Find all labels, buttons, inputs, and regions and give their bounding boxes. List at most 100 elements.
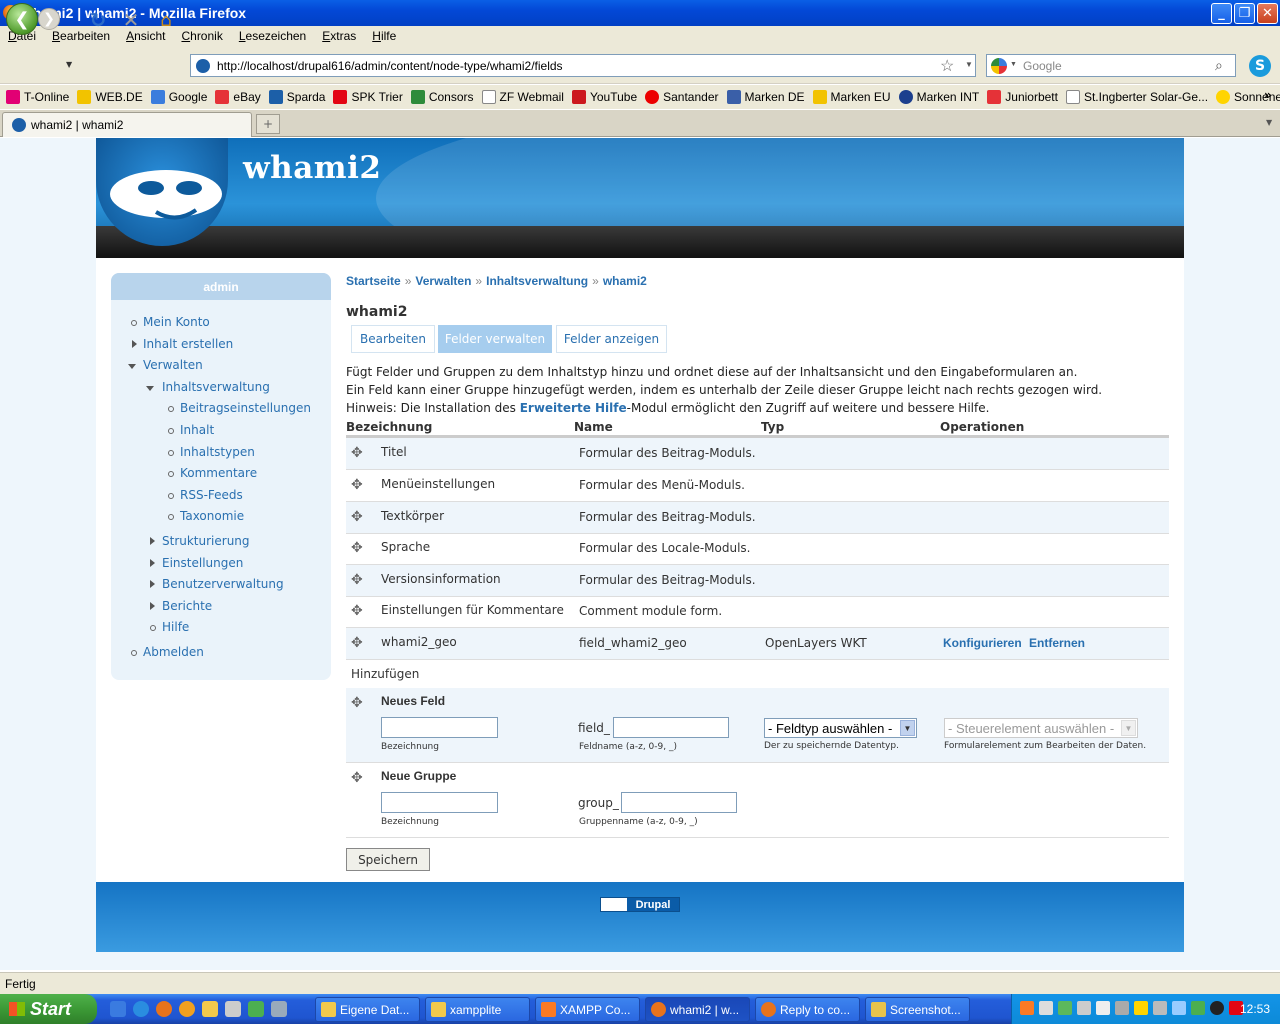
quicklaunch-icon[interactable] xyxy=(110,1001,126,1017)
bookmark-item[interactable]: Marken EU xyxy=(812,90,891,104)
sidebar-item-benutzerverwaltung[interactable]: Benutzerverwaltung xyxy=(162,577,284,591)
bookmarks-overflow-icon[interactable]: » xyxy=(1264,88,1272,102)
sidebar-item-beitragseinstellungen[interactable]: Beitragseinstellungen xyxy=(180,401,311,415)
menu-extras[interactable]: Extras xyxy=(314,29,364,43)
skype-icon[interactable]: S xyxy=(1249,55,1271,77)
bookmark-item[interactable]: eBay xyxy=(215,90,261,104)
url-dropdown-icon[interactable]: ▼ xyxy=(965,60,973,69)
sidebar-item-inhaltstypen[interactable]: Inhaltstypen xyxy=(180,445,255,459)
url-bar[interactable]: http://localhost/drupal616/admin/content… xyxy=(190,54,976,77)
drag-handle-icon[interactable]: ✥ xyxy=(351,573,365,587)
search-engine-dropdown-icon[interactable]: ▼ xyxy=(1010,61,1017,68)
tab-felder-verwalten[interactable]: Felder verwalten xyxy=(438,325,552,353)
bookmark-item[interactable]: Marken DE xyxy=(726,90,805,104)
menu-hilfe[interactable]: Hilfe xyxy=(364,29,404,43)
bookmark-item[interactable]: Santander xyxy=(645,90,719,104)
drag-handle-icon[interactable]: ✥ xyxy=(351,771,365,785)
tray-icon[interactable] xyxy=(1039,1001,1053,1015)
sidebar-item-hilfe[interactable]: Hilfe xyxy=(162,620,189,634)
menu-chronik[interactable]: Chronik xyxy=(173,29,230,43)
tray-icon[interactable] xyxy=(1153,1001,1167,1015)
browser-tab[interactable]: whami2 | whami2 xyxy=(2,112,252,137)
sidebar-item-inhalt-erstellen[interactable]: Inhalt erstellen xyxy=(143,337,233,351)
tray-icon[interactable] xyxy=(1172,1001,1186,1015)
tray-icon[interactable] xyxy=(1077,1001,1091,1015)
sidebar-item-mein-konto[interactable]: Mein Konto xyxy=(143,315,210,329)
drag-handle-icon[interactable]: ✥ xyxy=(351,541,365,555)
advanced-help-link[interactable]: Erweiterte Hilfe xyxy=(520,401,627,415)
column-header-typ[interactable]: Typ xyxy=(761,420,784,434)
configure-link[interactable]: Konfigurieren xyxy=(943,636,1022,650)
tray-icon[interactable] xyxy=(1020,1001,1034,1015)
close-button[interactable]: ✕ xyxy=(1257,3,1278,24)
menu-lesezeichen[interactable]: Lesezeichen xyxy=(231,29,314,43)
tab-bearbeiten[interactable]: Bearbeiten xyxy=(351,325,435,353)
tray-icon[interactable] xyxy=(1191,1001,1205,1015)
bookmark-item[interactable]: Sparda xyxy=(268,90,325,104)
breadcrumb-inhaltsverwaltung[interactable]: Inhaltsverwaltung xyxy=(486,274,588,288)
back-button[interactable]: ❮ xyxy=(6,3,38,35)
drag-handle-icon[interactable]: ✥ xyxy=(351,696,365,710)
history-dropdown-icon[interactable]: ▼ xyxy=(66,60,74,69)
tab-list-icon[interactable]: ▼ xyxy=(1266,118,1272,127)
save-button[interactable]: Speichern xyxy=(346,848,430,871)
widget-select[interactable]: - Steuerelement auswählen - ▼ xyxy=(944,718,1138,738)
new-group-name-input[interactable] xyxy=(621,792,737,813)
media-icon[interactable] xyxy=(179,1001,195,1017)
sidebar-item-verwalten[interactable]: Verwalten xyxy=(143,358,203,372)
drag-handle-icon[interactable]: ✥ xyxy=(351,604,365,618)
search-icon[interactable]: ⌕ xyxy=(1215,57,1223,74)
site-name[interactable]: whami2 xyxy=(243,150,381,186)
tray-icon[interactable] xyxy=(1115,1001,1129,1015)
new-field-label-input[interactable] xyxy=(381,717,498,738)
drag-handle-icon[interactable]: ✥ xyxy=(351,478,365,492)
bookmark-item[interactable]: T-Online xyxy=(6,90,69,104)
bookmark-item[interactable]: Google xyxy=(150,90,207,104)
search-input[interactable]: ▼ Google ⌕ xyxy=(986,54,1236,77)
taskbar-item[interactable]: Reply to co... xyxy=(755,997,860,1022)
bookmark-item[interactable]: Juniorbett xyxy=(987,90,1058,104)
bookmark-item[interactable]: SPK Trier xyxy=(333,90,403,104)
new-tab-button[interactable]: + xyxy=(256,114,280,134)
sidebar-item-strukturierung[interactable]: Strukturierung xyxy=(162,534,250,548)
reload-icon[interactable]: ↻ xyxy=(89,8,107,32)
ie-icon[interactable] xyxy=(133,1001,149,1017)
calculator-icon[interactable] xyxy=(225,1001,241,1017)
tray-icon[interactable] xyxy=(1096,1001,1110,1015)
tray-icon[interactable] xyxy=(1134,1001,1148,1015)
new-group-label-input[interactable] xyxy=(381,792,498,813)
quicklaunch-icon[interactable] xyxy=(271,1001,287,1017)
sidebar-item-inhalt[interactable]: Inhalt xyxy=(180,423,214,437)
taskbar-item[interactable]: XAMPP Co... xyxy=(535,997,640,1022)
bookmark-item[interactable]: YouTube xyxy=(571,90,637,104)
breadcrumb-whami2[interactable]: whami2 xyxy=(603,274,647,288)
drag-handle-icon[interactable]: ✥ xyxy=(351,636,365,650)
sidebar-item-inhaltsverwaltung[interactable]: Inhaltsverwaltung xyxy=(162,380,270,394)
bookmark-item[interactable]: St.Ingberter Solar-Ge... xyxy=(1065,90,1208,104)
column-header-operationen[interactable]: Operationen xyxy=(940,420,1024,434)
tray-icon[interactable] xyxy=(1210,1001,1224,1015)
minimize-button[interactable]: _ xyxy=(1211,3,1232,24)
quicklaunch-icon[interactable] xyxy=(248,1001,264,1017)
powered-by-drupal-badge[interactable]: Drupal xyxy=(600,897,680,912)
column-header-bezeichnung[interactable]: Bezeichnung xyxy=(346,420,432,434)
taskbar-item[interactable]: xampplite xyxy=(425,997,530,1022)
home-icon[interactable]: ⌂ xyxy=(157,10,175,31)
tray-icon[interactable] xyxy=(1058,1001,1072,1015)
sidebar-item-kommentare[interactable]: Kommentare xyxy=(180,466,257,480)
firefox-icon[interactable] xyxy=(156,1001,172,1017)
new-field-name-input[interactable] xyxy=(613,717,729,738)
bookmark-item[interactable]: WEB.DE xyxy=(77,90,143,104)
forward-button[interactable]: ❯ xyxy=(38,8,60,30)
sidebar-item-abmelden[interactable]: Abmelden xyxy=(143,645,204,659)
bookmark-item[interactable]: Consors xyxy=(410,90,474,104)
tab-felder-anzeigen[interactable]: Felder anzeigen xyxy=(556,325,667,353)
sidebar-item-berichte[interactable]: Berichte xyxy=(162,599,212,613)
drag-handle-icon[interactable]: ✥ xyxy=(351,510,365,524)
drag-handle-icon[interactable]: ✥ xyxy=(351,446,365,460)
sidebar-item-einstellungen[interactable]: Einstellungen xyxy=(162,556,243,570)
stop-icon[interactable]: ✕ xyxy=(122,8,140,32)
field-type-select[interactable]: - Feldtyp auswählen - ▼ xyxy=(764,718,917,738)
bookmark-item[interactable]: ZF Webmail xyxy=(481,90,564,104)
breadcrumb-verwalten[interactable]: Verwalten xyxy=(415,274,471,288)
